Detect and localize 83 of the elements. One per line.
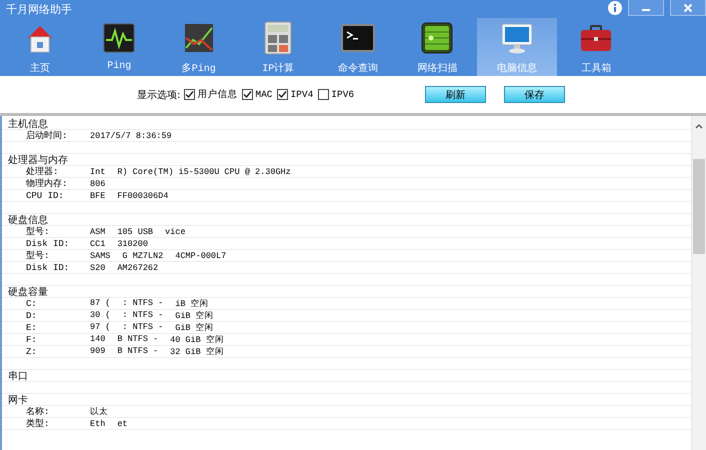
section-heading: 处理器与内存 [8, 154, 68, 166]
check-icon [243, 90, 252, 99]
field-value: et [117, 418, 128, 428]
field-value: Eth [90, 418, 106, 428]
field-label: F: [25, 334, 38, 344]
field-label: Disk ID: [25, 262, 70, 272]
close-button[interactable] [670, 0, 706, 16]
toolbar-tab[interactable]: 网络扫描 [398, 18, 477, 76]
field-value: iB 空闲 [175, 298, 209, 310]
section-heading: 主机信息 [8, 118, 48, 130]
field-value: GiB 空闲 [175, 322, 214, 334]
field-value: FF000306D4 [117, 190, 168, 200]
check-icon [185, 90, 194, 99]
scrollbar-thumb[interactable] [693, 159, 705, 254]
toolbar-tab[interactable]: IP计算 [238, 18, 318, 76]
field-value: R) Core(TM) i5-5300U CPU @ 2.30GHz [117, 166, 291, 176]
field-value: 32 GiB 空闲 [170, 346, 224, 358]
window-title: 千月网络助手 [6, 2, 72, 16]
field-label: Disk ID: [25, 238, 70, 248]
field-value: Int [90, 166, 106, 176]
field-value: 2017/5/7 8:36:59 [90, 130, 172, 140]
field-value: 30 ( [90, 310, 110, 322]
field-value: 40 GiB 空闲 [170, 334, 224, 346]
option-checkbox[interactable]: 用户信息 [184, 88, 238, 101]
toolbar-tab[interactable]: 工具箱 [556, 18, 636, 76]
field-label: 名称: [25, 406, 50, 418]
field-value: GiB 空闲 [175, 310, 214, 322]
field-label: 物理内存: [25, 178, 68, 190]
section-heading: 串口 [8, 370, 28, 382]
field-value: S20 [90, 262, 106, 272]
field-value: B NTFS - [117, 346, 158, 358]
option-checkbox[interactable]: IPV6 [318, 88, 354, 101]
field-value: AM267262 [117, 262, 158, 272]
field-value: vice [165, 226, 186, 236]
minimize-icon [642, 8, 650, 10]
options-label: 显示选项: [137, 88, 180, 102]
section-heading: 网卡 [8, 394, 28, 406]
field-value: 87 ( [90, 298, 110, 310]
field-value: 140 [90, 334, 106, 346]
toolbar-tab[interactable]: 命令查询 [318, 18, 398, 76]
field-value: 以太 [90, 406, 108, 418]
field-label: E: [25, 322, 38, 332]
field-label: 启动时间: [25, 130, 68, 142]
field-label: D: [25, 310, 38, 320]
field-value: 4CMP-000L7 [175, 250, 226, 260]
option-checkbox[interactable]: IPV4 [277, 88, 314, 101]
field-value: : NTFS - [122, 298, 164, 310]
field-value: G MZ7LN2 [122, 250, 164, 260]
field-value: 909 [90, 346, 106, 358]
section-heading: 硬盘容量 [8, 286, 48, 298]
info-icon[interactable] [608, 1, 622, 15]
toolbar-tab[interactable]: 主页 [0, 18, 80, 76]
field-value: 105 USB [117, 226, 154, 236]
toolbar-tab[interactable]: 电脑信息 [477, 18, 556, 76]
field-label: C: [25, 298, 38, 308]
field-label: 类型: [25, 418, 50, 430]
field-value: 97 ( [90, 322, 110, 334]
section-heading: 硬盘信息 [8, 214, 48, 226]
field-value: : NTFS - [122, 322, 164, 334]
toolbar-tab[interactable]: Ping [80, 18, 159, 76]
scrollbar[interactable] [692, 116, 706, 450]
field-value: CC1 [90, 238, 106, 248]
field-value: B NTFS - [117, 334, 158, 346]
field-value: BFE [90, 190, 106, 200]
toolbar-tab[interactable]: 多Ping [159, 18, 238, 76]
minimize-button[interactable] [628, 0, 664, 16]
close-icon [683, 2, 693, 12]
field-value: 806 [90, 178, 106, 188]
option-checkbox[interactable]: MAC [242, 88, 272, 101]
field-label: Z: [25, 346, 38, 356]
field-label: CPU ID: [25, 190, 65, 200]
field-value: 310200 [117, 238, 148, 248]
check-icon [278, 90, 288, 99]
field-value: SAMS [90, 250, 110, 260]
field-value: : NTFS - [122, 310, 164, 322]
field-label: 处理器: [25, 166, 60, 178]
field-label: 型号: [25, 226, 50, 238]
field-label: 型号: [25, 250, 50, 262]
radar-icon [419, 20, 456, 56]
scroll-up-icon[interactable] [695, 123, 703, 129]
action-button[interactable]: 保存 [504, 86, 566, 103]
field-value: ASM [90, 226, 106, 236]
action-button[interactable]: 刷新 [425, 86, 486, 103]
